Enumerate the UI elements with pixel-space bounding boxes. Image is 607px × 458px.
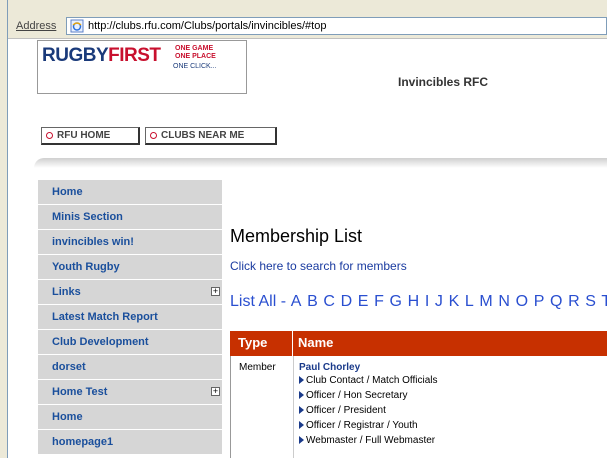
letter-link[interactable]: T bbox=[601, 293, 607, 310]
rfu-home-button[interactable]: RFU HOME bbox=[41, 127, 140, 145]
address-bar: Address http://clubs.rfu.com/Clubs/porta… bbox=[8, 14, 607, 39]
letter-link[interactable]: P bbox=[534, 293, 545, 310]
letter-link[interactable]: O bbox=[516, 293, 528, 310]
logo-click-text: ONE CLICK... bbox=[173, 63, 217, 70]
clubs-near-me-button[interactable]: CLUBS NEAR ME bbox=[145, 127, 277, 145]
circle-icon bbox=[150, 131, 157, 139]
letter-filter: List All - A B C D E F G H I J K L M N O… bbox=[230, 293, 607, 311]
member-type: Member bbox=[239, 362, 276, 373]
member-role: Webmaster / Full Webmaster bbox=[299, 435, 435, 446]
search-members-link[interactable]: Click here to search for members bbox=[230, 259, 407, 273]
letter-link[interactable]: E bbox=[358, 293, 369, 310]
letter-link[interactable]: H bbox=[408, 293, 420, 310]
member-role: Officer / Hon Secretary bbox=[299, 390, 408, 401]
logo-wordmark: RUGBYFIRST bbox=[42, 45, 161, 66]
sidebar-item-home-2[interactable]: Home bbox=[38, 405, 222, 430]
sidebar-item-homepage1[interactable]: homepage1 bbox=[38, 430, 222, 455]
sidebar-item-latest-match-report[interactable]: Latest Match Report bbox=[38, 305, 222, 330]
triangle-bullet-icon bbox=[299, 391, 304, 399]
column-divider bbox=[292, 331, 293, 356]
sidebar-item-dorset[interactable]: dorset bbox=[38, 355, 222, 380]
membership-table: Type Name Member Paul Chorley Club Conta… bbox=[230, 331, 607, 458]
letter-link[interactable]: L bbox=[465, 293, 474, 310]
triangle-bullet-icon bbox=[299, 376, 304, 384]
letter-link[interactable]: M bbox=[479, 293, 492, 310]
address-label: Address bbox=[16, 20, 57, 32]
window-left-border bbox=[0, 0, 8, 458]
address-url: http://clubs.rfu.com/Clubs/portals/invin… bbox=[88, 20, 327, 32]
sidebar-item-invincibles-win[interactable]: invincibles win! bbox=[38, 230, 222, 255]
sidebar-item-home-test[interactable]: Home Test + bbox=[38, 380, 222, 405]
column-header-type: Type bbox=[238, 335, 268, 350]
browser-toolbar bbox=[0, 0, 607, 14]
letter-link[interactable]: Q bbox=[550, 293, 562, 310]
letter-link[interactable]: B bbox=[307, 293, 318, 310]
header-divider bbox=[34, 158, 607, 168]
letter-link[interactable]: C bbox=[323, 293, 335, 310]
triangle-bullet-icon bbox=[299, 421, 304, 429]
table-row: Member Paul Chorley Club Contact / Match… bbox=[230, 356, 607, 458]
letter-link[interactable]: S bbox=[585, 293, 596, 310]
letter-link[interactable]: J bbox=[435, 293, 443, 310]
column-divider bbox=[293, 356, 294, 458]
letter-link[interactable]: F bbox=[374, 293, 384, 310]
sidebar-item-home[interactable]: Home bbox=[38, 180, 222, 205]
letter-link[interactable]: N bbox=[498, 293, 510, 310]
list-all-link[interactable]: List All - bbox=[230, 293, 286, 310]
ie-page-icon bbox=[70, 19, 84, 33]
sidebar-item-links[interactable]: Links + bbox=[38, 280, 222, 305]
rugbyfirst-logo[interactable]: RUGBYFIRST ONE GAME ONE PLACE ONE CLICK.… bbox=[37, 40, 247, 94]
expand-icon[interactable]: + bbox=[211, 287, 220, 296]
letter-link[interactable]: I bbox=[425, 293, 429, 310]
member-name-link[interactable]: Paul Chorley bbox=[299, 362, 360, 373]
table-header: Type Name bbox=[230, 331, 607, 356]
letter-link[interactable]: R bbox=[568, 293, 580, 310]
triangle-bullet-icon bbox=[299, 436, 304, 444]
sidebar-item-club-development[interactable]: Club Development bbox=[38, 330, 222, 355]
letter-link[interactable]: A bbox=[291, 293, 302, 310]
letter-link[interactable]: K bbox=[449, 293, 460, 310]
page-title: Membership List bbox=[230, 226, 363, 246]
member-role: Club Contact / Match Officials bbox=[299, 375, 438, 386]
column-header-name: Name bbox=[298, 335, 334, 350]
sidebar-item-youth-rugby[interactable]: Youth Rugby bbox=[38, 255, 222, 280]
member-role: Officer / Registrar / Youth bbox=[299, 420, 418, 431]
triangle-bullet-icon bbox=[299, 406, 304, 414]
logo-tagline: ONE GAME ONE PLACE bbox=[175, 45, 216, 60]
address-input[interactable]: http://clubs.rfu.com/Clubs/portals/invin… bbox=[66, 17, 607, 35]
browser-window: Address http://clubs.rfu.com/Clubs/porta… bbox=[0, 0, 607, 458]
letter-link[interactable]: G bbox=[390, 293, 402, 310]
club-name: Invincibles RFC bbox=[398, 75, 489, 89]
circle-icon bbox=[46, 131, 53, 139]
letter-link[interactable]: D bbox=[341, 293, 353, 310]
sidebar-item-minis-section[interactable]: Minis Section bbox=[38, 205, 222, 230]
sidebar-menu: Home Minis Section invincibles win! Yout… bbox=[38, 180, 222, 455]
expand-icon[interactable]: + bbox=[211, 387, 220, 396]
member-role: Officer / President bbox=[299, 405, 386, 416]
